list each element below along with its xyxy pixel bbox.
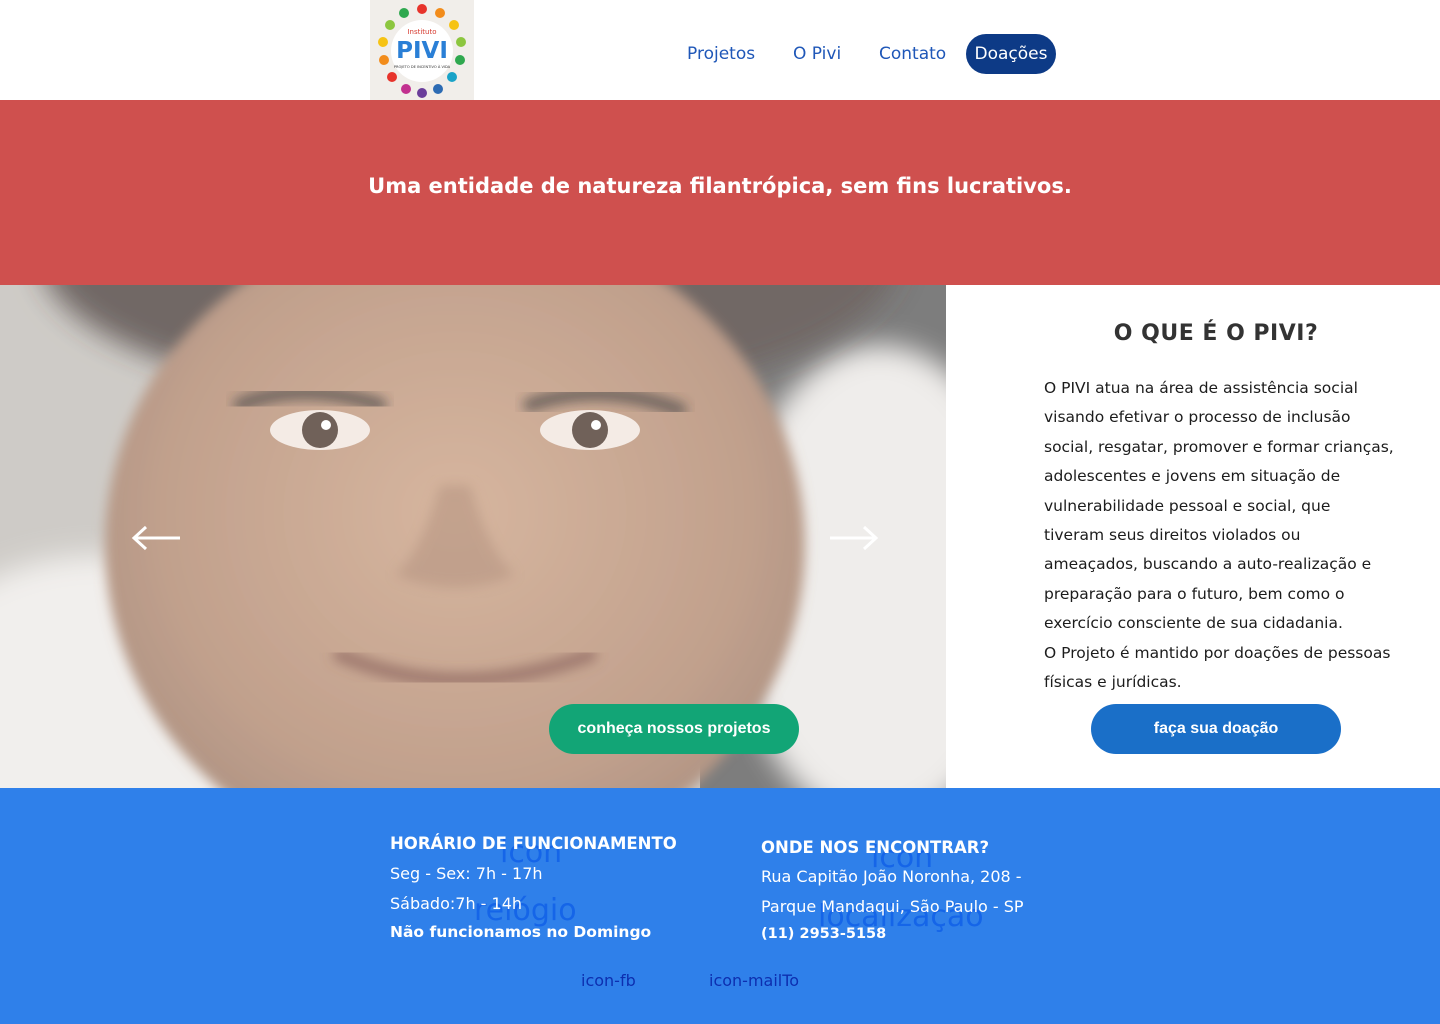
arrow-left-icon [131,525,180,551]
about-body: O PIVI atua na área de assistência socia… [1044,374,1394,697]
mail-icon[interactable]: icon-mailTo [709,971,799,990]
facebook-icon[interactable]: icon-fb [581,971,636,990]
conheca-projetos-button[interactable]: conheça nossos projetos [549,704,799,754]
about-paragraph-1: O PIVI atua na área de assistência socia… [1044,379,1394,633]
site-header: Instituto PIVI PROJETO DE INCENTIVO À VI… [0,0,1440,100]
about-paragraph-2: O Projeto é mantido por doações de pesso… [1044,643,1391,692]
carousel-next-button[interactable] [826,523,880,553]
faca-doacao-button[interactable]: faça sua doação [1091,704,1341,754]
nav-projetos[interactable]: Projetos [687,34,755,74]
nav-o-pivi[interactable]: O Pivi [793,34,841,74]
phone-number[interactable]: (11) 2953-5158 [761,926,886,942]
hours-weekday: Seg - Sex: 7h - 17h [390,864,543,883]
pivi-logo-graphic: Instituto PIVI PROJETO DE INCENTIVO À VI… [378,4,466,98]
about-title: O QUE É O PIVI? [1113,321,1319,346]
photo-carousel: conheça nossos projetos [0,285,946,788]
carousel-prev-button[interactable] [130,523,184,553]
tagline: Uma entidade de natureza filantrópica, s… [368,174,1072,198]
address-line-1: Rua Capitão João Noronha, 208 - [761,867,1022,886]
location-title: ONDE NOS ENCONTRAR? [761,838,990,857]
pivi-logo[interactable]: Instituto PIVI PROJETO DE INCENTIVO À VI… [370,0,474,100]
nav-doacoes[interactable]: Doações [966,34,1056,74]
hours-saturday: Sábado:7h - 14h [390,894,523,913]
logo-bottom-text: PROJETO DE INCENTIVO À VIDA [394,64,451,69]
nav-contato[interactable]: Contato [879,34,946,74]
site-footer: icon relógio icon localização HORÁRIO DE… [0,788,1440,1024]
logo-top-text: Instituto [407,28,436,36]
about-section: O QUE É O PIVI? O PIVI atua na área de a… [946,285,1440,788]
hours-title: HORÁRIO DE FUNCIONAMENTO [390,834,677,853]
arrow-right-icon [830,525,879,551]
address-line-2: Parque Mandaqui, São Paulo - SP [761,897,1024,916]
hours-sunday: Não funcionamos no Domingo [390,923,652,941]
logo-main-text: PIVI [396,38,448,64]
tagline-banner: Uma entidade de natureza filantrópica, s… [0,100,1440,285]
